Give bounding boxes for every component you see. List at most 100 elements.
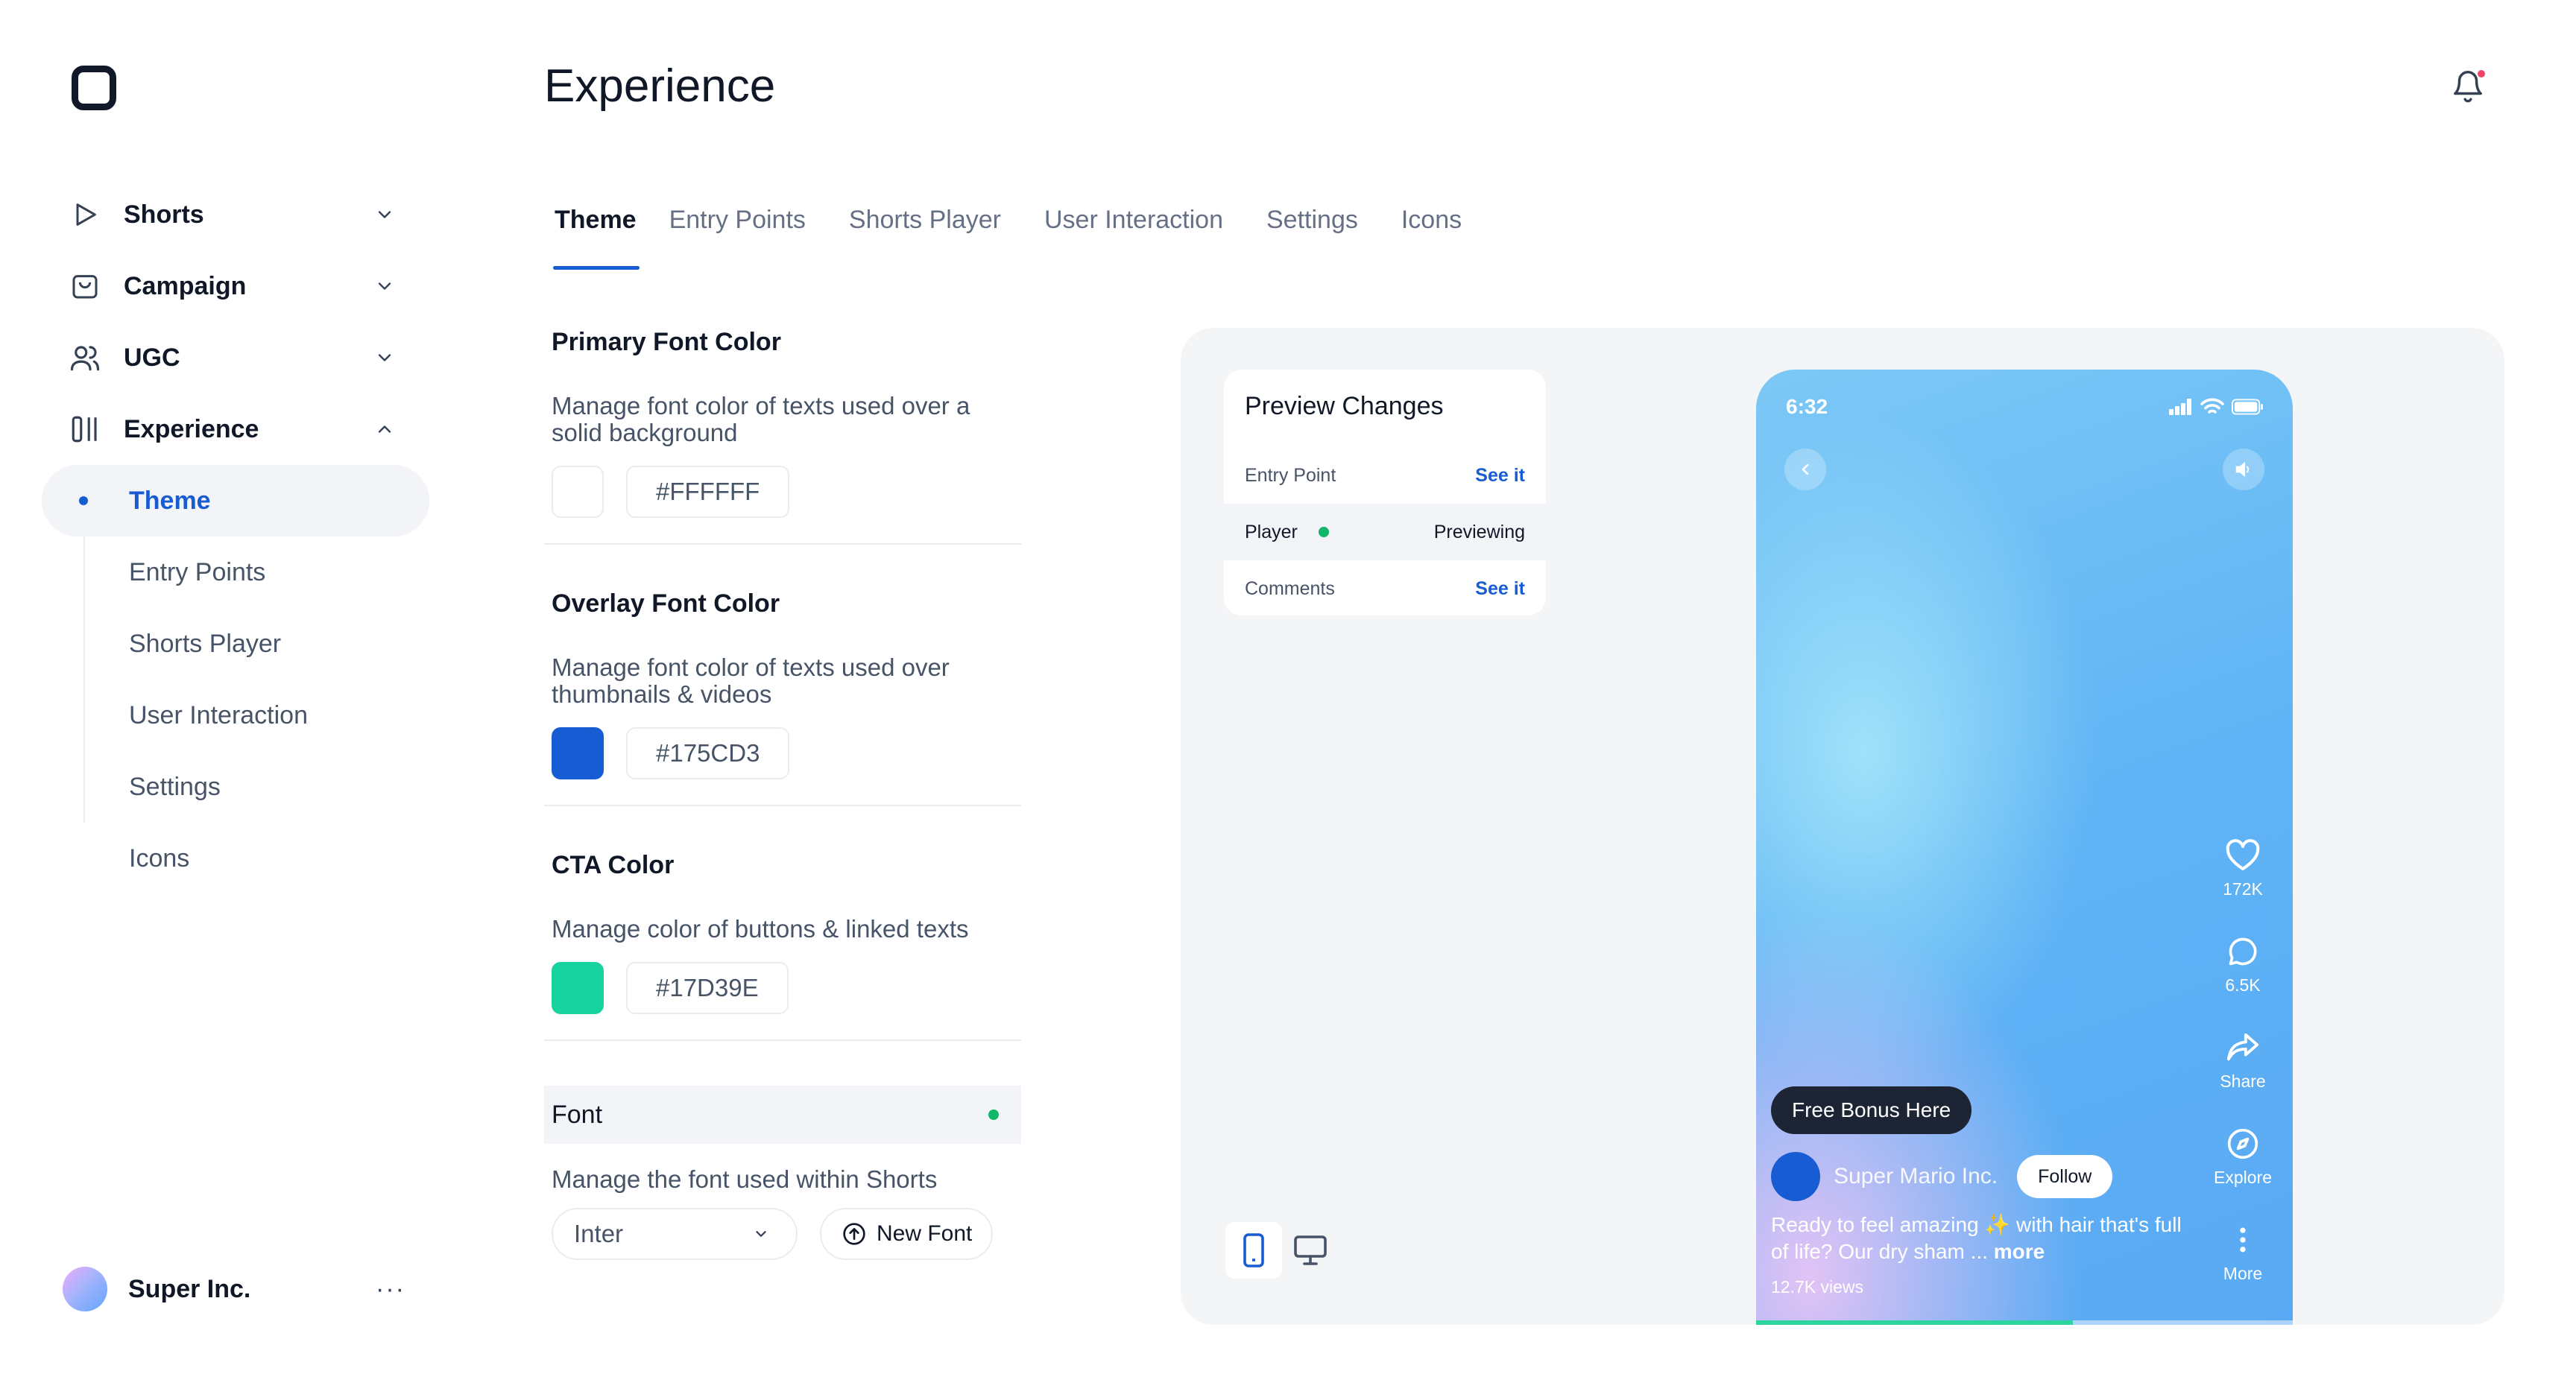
like-action[interactable]: 172K <box>2209 839 2276 935</box>
sidebar-item-campaign[interactable]: Campaign <box>42 250 429 322</box>
wifi-icon <box>2200 398 2224 414</box>
device-toggle <box>1225 1222 1339 1279</box>
preview-row-entry-point: Entry Point See it <box>1224 447 1546 504</box>
chevron-down-icon <box>370 200 400 230</box>
preview-changes-card: Preview Changes Entry Point See it Playe… <box>1224 370 1546 615</box>
font-section-header: Font <box>544 1086 1021 1144</box>
tab-theme[interactable]: Theme <box>544 195 640 270</box>
page-title: Experience <box>544 60 776 112</box>
color-swatch[interactable] <box>552 962 604 1014</box>
explore-action[interactable]: Explore <box>2209 1127 2276 1224</box>
font-section: Font Manage the font used within Shorts … <box>544 1086 1021 1260</box>
caption-text: Ready to feel amazing ✨ with hair that's… <box>1771 1213 2182 1263</box>
new-font-button[interactable]: New Font <box>820 1208 994 1260</box>
users-icon <box>69 341 101 374</box>
color-swatch[interactable] <box>552 727 604 779</box>
color-swatch[interactable] <box>552 466 604 518</box>
overlay-font-color-section: Overlay Font Color Manage font color of … <box>544 589 1021 806</box>
mute-button[interactable] <box>2223 449 2264 490</box>
creator-avatar[interactable] <box>1771 1152 1820 1201</box>
active-dot <box>79 496 88 505</box>
phone-icon <box>1243 1233 1264 1267</box>
tab-entry-points[interactable]: Entry Points <box>669 195 806 270</box>
subnav-item-label: Icons <box>129 843 190 873</box>
cta-button[interactable]: Free Bonus Here <box>1771 1086 1972 1134</box>
share-action[interactable]: Share <box>2209 1031 2276 1127</box>
chevron-down-icon <box>756 1231 766 1237</box>
sidebar-item-experience[interactable]: Experience <box>42 393 429 465</box>
status-dot <box>988 1109 999 1120</box>
section-description: Manage the font used within Shorts <box>552 1165 938 1193</box>
subnav-item-label: Shorts Player <box>129 629 282 658</box>
font-section-body: Manage the font used within Shorts Inter… <box>544 1166 1021 1260</box>
sidebar-item-label: Shorts <box>124 200 204 229</box>
sidebar: Shorts Campaign UGC Experience Theme Ent… <box>0 0 477 1377</box>
color-picker-row: #175CD3 <box>552 727 1021 779</box>
creator-name[interactable]: Super Mario Inc. <box>1834 1164 1998 1189</box>
share-label: Share <box>2220 1071 2266 1091</box>
more-action[interactable]: More <box>2209 1224 2276 1320</box>
section-title: Primary Font Color <box>552 328 781 356</box>
upload-icon <box>843 1223 865 1245</box>
hex-input[interactable]: #175CD3 <box>626 727 790 779</box>
video-progress-bar[interactable] <box>1756 1320 2293 1325</box>
chevron-left-icon <box>1802 463 1809 475</box>
subnav-item-user-interaction[interactable]: User Interaction <box>42 680 429 751</box>
tab-shorts-player[interactable]: Shorts Player <box>849 195 1001 270</box>
tab-user-interaction[interactable]: User Interaction <box>1044 195 1223 270</box>
preview-row-player: Player Previewing <box>1224 504 1546 560</box>
color-picker-row: #17D39E <box>552 962 1021 1014</box>
preview-row-label: Player <box>1245 521 1298 542</box>
more-label: More <box>2223 1264 2263 1283</box>
compass-icon <box>2227 1128 2258 1159</box>
hex-input[interactable]: #FFFFFF <box>626 466 790 518</box>
tab-icons[interactable]: Icons <box>1401 195 1462 270</box>
sidebar-item-ugc[interactable]: UGC <box>42 322 429 393</box>
subnav-item-entry-points[interactable]: Entry Points <box>42 536 429 608</box>
chevron-up-icon <box>370 414 400 444</box>
notifications-button[interactable] <box>2451 66 2488 107</box>
see-it-link[interactable]: See it <box>1475 578 1525 600</box>
avatar <box>63 1267 107 1311</box>
comment-action[interactable]: 6.5K <box>2209 935 2276 1031</box>
signal-icon <box>2169 399 2191 415</box>
caption-more-link[interactable]: more <box>1994 1240 2045 1263</box>
preview-row-label: Comments <box>1245 577 1335 599</box>
preview-panel: Preview Changes Entry Point See it Playe… <box>1181 328 2504 1325</box>
section-description: Manage color of buttons & linked texts <box>552 915 969 943</box>
account-switcher[interactable]: Super Inc. ··· <box>63 1267 405 1311</box>
app-logo[interactable] <box>72 66 116 110</box>
sidebar-item-label: UGC <box>124 343 180 372</box>
subnav-item-label: Entry Points <box>129 557 266 586</box>
account-name: Super Inc. <box>128 1274 251 1303</box>
status-dot <box>1318 527 1329 537</box>
heart-icon <box>2226 839 2260 870</box>
cta-color-section: CTA Color Manage color of buttons & link… <box>544 851 1021 1041</box>
creator-row: Super Mario Inc. Follow <box>1771 1152 2113 1201</box>
volume-icon <box>2235 461 2250 478</box>
desktop-view-button[interactable] <box>1282 1222 1339 1279</box>
follow-button[interactable]: Follow <box>2017 1155 2113 1198</box>
see-it-link[interactable]: See it <box>1475 465 1525 487</box>
previewing-status: Previewing <box>1433 521 1525 542</box>
more-options-icon[interactable]: ··· <box>376 1275 405 1304</box>
battery-icon <box>2232 399 2263 415</box>
primary-font-color-section: Primary Font Color Manage font color of … <box>544 328 1021 545</box>
status-bar: 6:32 <box>1786 392 2263 422</box>
subnav-item-settings[interactable]: Settings <box>42 751 429 823</box>
section-title: CTA Color <box>552 851 675 879</box>
hex-input[interactable]: #17D39E <box>626 962 789 1014</box>
tab-settings[interactable]: Settings <box>1266 195 1358 270</box>
share-icon <box>2226 1033 2259 1061</box>
back-button[interactable] <box>1784 449 1826 490</box>
like-count: 172K <box>2223 879 2263 899</box>
mobile-view-button[interactable] <box>1225 1222 1282 1279</box>
sidebar-item-shorts[interactable]: Shorts <box>42 179 429 250</box>
section-title: Overlay Font Color <box>552 589 780 618</box>
section-title: Font <box>552 1100 603 1129</box>
font-controls: Inter New Font <box>552 1208 1021 1260</box>
subnav-item-theme[interactable]: Theme <box>42 465 429 536</box>
subnav-item-shorts-player[interactable]: Shorts Player <box>42 608 429 680</box>
font-select[interactable]: Inter <box>552 1208 798 1260</box>
subnav-item-icons[interactable]: Icons <box>42 823 429 894</box>
